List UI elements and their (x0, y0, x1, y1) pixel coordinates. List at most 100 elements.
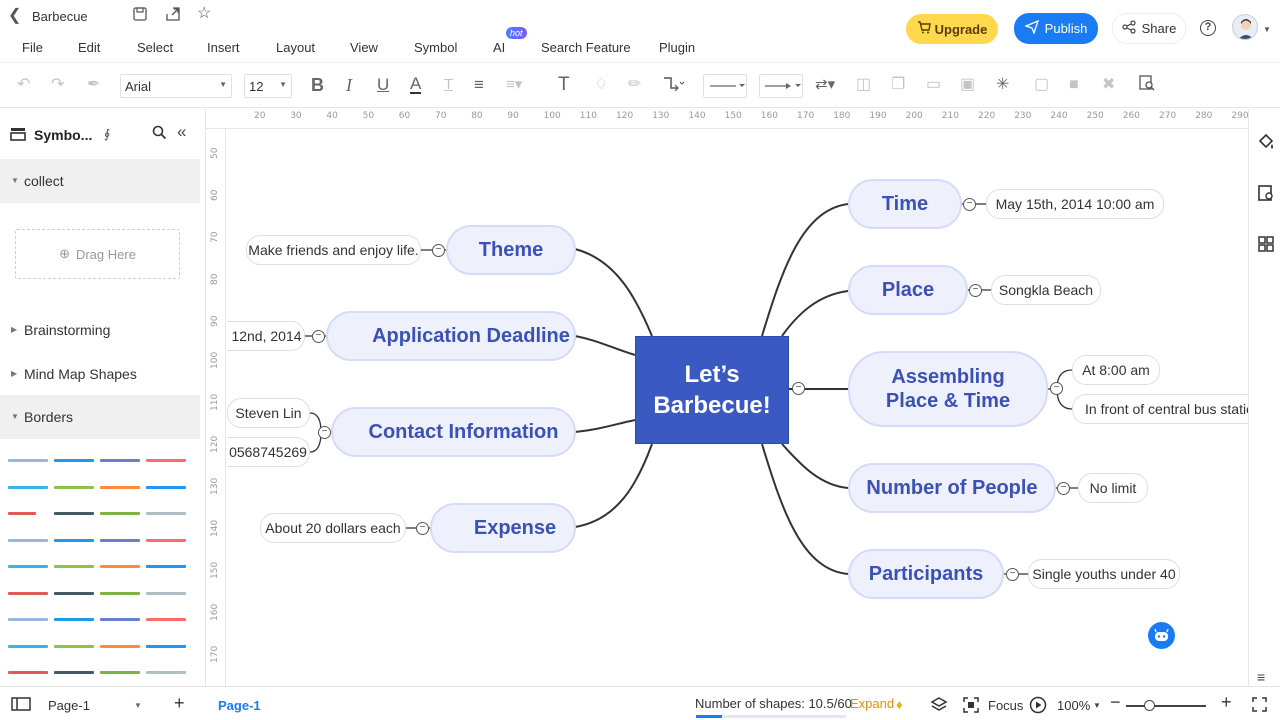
menu-ai[interactable]: AI (493, 40, 505, 55)
border-thumbnail[interactable] (146, 485, 186, 489)
panel-title[interactable]: Symbo... (34, 127, 92, 143)
menu-edit[interactable]: Edit (78, 40, 100, 55)
tools-icon[interactable]: ✖ (1102, 75, 1115, 95)
paint-bucket-icon[interactable] (1257, 133, 1275, 156)
text-style-icon[interactable]: T̲ (444, 75, 453, 95)
collapse-toggle[interactable]: − (416, 522, 429, 535)
border-thumbnail[interactable] (8, 591, 48, 595)
border-thumbnail[interactable] (146, 565, 186, 568)
border-thumbnail[interactable] (54, 512, 94, 515)
topic-assembling-place-time[interactable]: Assembling Place & Time (848, 351, 1048, 427)
avatar[interactable] (1232, 14, 1258, 40)
zoom-level[interactable]: 100% (1057, 698, 1090, 713)
menu-insert[interactable]: Insert (207, 40, 240, 55)
arrange-icon[interactable]: ◫ (856, 75, 871, 95)
lock-icon[interactable]: ■ (1069, 75, 1079, 95)
star-icon[interactable]: ☆ (197, 6, 211, 22)
topic-place[interactable]: Place (848, 265, 968, 315)
detail-participants[interactable]: Single youths under 40 (1028, 559, 1180, 589)
align-objects-icon[interactable]: ▭ (926, 75, 941, 95)
collapse-panel-icon[interactable]: « (177, 122, 186, 142)
help-icon[interactable]: ? (1200, 20, 1216, 36)
zoom-slider[interactable] (1126, 705, 1206, 707)
align-icon[interactable]: ≡ (474, 75, 484, 95)
grid-icon[interactable] (1257, 235, 1275, 258)
italic-icon[interactable]: I (346, 75, 352, 95)
border-thumbnail[interactable] (8, 618, 48, 621)
mind-map-canvas[interactable]: Let’s Barbecue! − Theme − Make friends a… (227, 130, 1248, 686)
pen-icon[interactable]: ✏ (628, 75, 641, 95)
detail-application-deadline[interactable]: 12nd, 2014 (227, 321, 305, 351)
collapse-toggle[interactable]: − (792, 382, 805, 395)
topic-number-of-people[interactable]: Number of People (848, 463, 1056, 513)
border-thumbnail[interactable] (100, 538, 140, 542)
border-thumbnail[interactable] (146, 459, 186, 462)
section-mind-map-shapes[interactable]: ▶ Mind Map Shapes (0, 352, 200, 396)
collapse-toggle[interactable]: − (432, 244, 445, 257)
detail-theme[interactable]: Make friends and enjoy life. (246, 235, 421, 265)
line-weight-icon[interactable]: ⇄▾ (815, 75, 835, 95)
border-thumbnail[interactable] (8, 644, 48, 648)
border-thumbnail[interactable] (8, 565, 48, 568)
menu-search-feature[interactable]: Search Feature (541, 40, 631, 55)
border-thumbnail[interactable] (146, 591, 186, 595)
redo-icon[interactable]: ↷ (51, 75, 64, 95)
magic-icon[interactable]: ✳ (996, 75, 1009, 95)
find-replace-icon[interactable] (1139, 75, 1155, 97)
section-borders[interactable]: ▼ Borders (0, 395, 200, 439)
border-thumbnail[interactable] (8, 671, 48, 674)
menu-plugin[interactable]: Plugin (659, 40, 695, 55)
upgrade-button[interactable]: Upgrade (906, 14, 998, 44)
zoom-in-button[interactable]: + (1221, 692, 1232, 713)
share-button[interactable]: Share (1112, 13, 1186, 44)
play-icon[interactable] (1029, 696, 1047, 717)
section-collect[interactable]: ▼ collect (0, 159, 200, 203)
group-icon[interactable]: ❐ (891, 75, 905, 95)
topic-application-deadline[interactable]: Application Deadline (326, 311, 576, 361)
back-icon[interactable]: ❮ (8, 8, 21, 24)
border-thumbnail[interactable] (8, 512, 36, 515)
detail-contact-phone[interactable]: 0568745269 (227, 437, 310, 467)
border-thumbnail[interactable] (54, 591, 94, 595)
border-thumbnail[interactable] (8, 538, 48, 542)
border-thumbnail[interactable] (146, 538, 186, 542)
border-thumbnail[interactable] (146, 671, 186, 674)
font-size-select[interactable]: 12 ▼ (244, 74, 292, 98)
document-title[interactable]: Barbecue (32, 9, 88, 24)
format-icon[interactable] (1257, 184, 1275, 207)
detail-assembling-time[interactable]: At 8:00 am (1072, 355, 1160, 385)
connector-icon[interactable] (662, 75, 685, 97)
menu-symbol[interactable]: Symbol (414, 40, 457, 55)
collapse-toggle[interactable]: − (1050, 382, 1063, 395)
underline-icon[interactable]: U (377, 75, 389, 95)
border-thumbnail[interactable] (146, 644, 186, 648)
menu-view[interactable]: View (350, 40, 378, 55)
page-list-icon[interactable] (11, 697, 31, 714)
border-thumbnail[interactable] (54, 485, 94, 489)
ai-assistant-button[interactable] (1148, 622, 1175, 649)
border-thumbnail[interactable] (54, 671, 94, 674)
collapse-toggle[interactable]: − (312, 330, 325, 343)
bold-icon[interactable]: B (311, 75, 324, 95)
save-icon[interactable] (133, 7, 147, 25)
zoom-out-button[interactable]: − (1110, 692, 1121, 713)
border-thumbnail[interactable] (146, 618, 186, 621)
focus-icon[interactable] (963, 697, 979, 716)
border-thumbnail[interactable] (54, 618, 94, 621)
line-spacing-icon[interactable]: ≡▾ (506, 75, 522, 95)
detail-expense[interactable]: About 20 dollars each (260, 513, 406, 543)
border-thumbnail[interactable] (8, 459, 48, 462)
replace-icon[interactable]: ▢ (1034, 75, 1049, 95)
topic-expense[interactable]: Expense (430, 503, 576, 553)
add-page-button[interactable]: + (174, 693, 185, 714)
collapse-toggle[interactable]: − (1006, 568, 1019, 581)
collapse-toggle[interactable]: − (1057, 482, 1070, 495)
line-style-select[interactable] (703, 74, 747, 98)
format-painter-icon[interactable]: ✒ (87, 75, 100, 95)
fullscreen-icon[interactable] (1252, 697, 1267, 715)
menu-file[interactable]: File (22, 40, 43, 55)
border-thumbnail[interactable] (146, 512, 186, 515)
border-thumbnail[interactable] (54, 565, 94, 568)
focus-label[interactable]: Focus (988, 698, 1023, 713)
detail-number-of-people[interactable]: No limit (1078, 473, 1148, 503)
